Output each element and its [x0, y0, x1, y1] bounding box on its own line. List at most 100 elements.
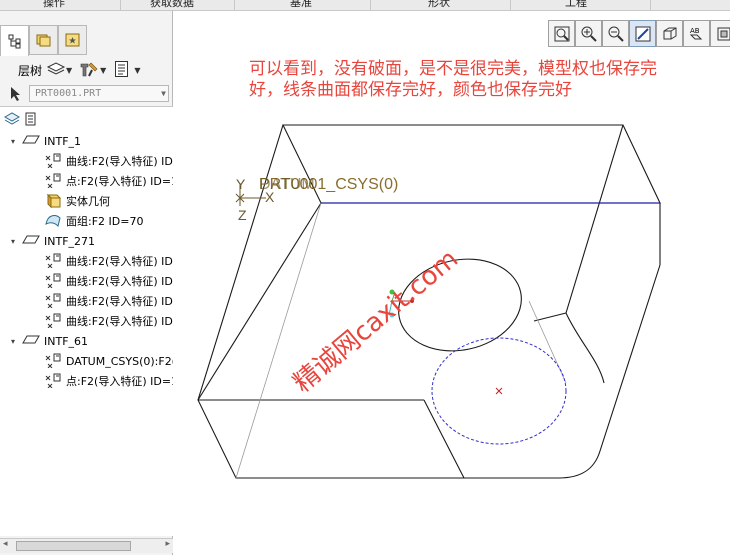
zoom-in-button[interactable] [575, 20, 602, 47]
menu-item-engineering[interactable]: 工程 [565, 0, 587, 10]
tree-group-label: INTF_61 [44, 334, 89, 348]
model-edge [533, 312, 567, 322]
model-edge [565, 124, 624, 314]
tree-toolbar: 层树 ▼ ▼ ▼ [0, 57, 173, 83]
settings-list-icon[interactable] [114, 60, 130, 81]
curve-icon [44, 252, 62, 271]
menu-separator [510, 0, 511, 10]
scroll-right-icon[interactable]: ▸ [165, 539, 170, 549]
tree-horizontal-scrollbar[interactable]: ◂ ▸ [0, 538, 173, 553]
model-edge [423, 399, 465, 479]
curve-icon [44, 272, 62, 291]
tab-folder-browser[interactable] [29, 25, 58, 55]
tree-item[interactable]: 曲线:F2(导入特征) ID= [44, 251, 173, 271]
view-toolbar: AB [548, 20, 730, 48]
tree-icon [8, 34, 20, 49]
tree-item-label: DATUM_CSYS(0):F2( [66, 354, 173, 368]
chevron-down-icon: ▼ [161, 89, 166, 98]
model-tree-panel: 层树 ▼ ▼ ▼ PRT0001.PRT ▼ ▾ INTF_1 曲线:F2(导入… [0, 11, 173, 555]
collapse-icon[interactable]: ▾ [8, 337, 18, 346]
document-icon [25, 112, 36, 126]
tree-item-label: 曲线:F2(导入特征) ID= [66, 295, 173, 308]
display-style-icon [663, 27, 676, 39]
tree-item-label: 曲线:F2(导入特征) ID= [66, 155, 173, 168]
layers-icon[interactable] [46, 61, 66, 80]
tree-item[interactable]: 曲线:F2(导入特征) ID= [44, 291, 173, 311]
tree-group-label: INTF_1 [44, 134, 82, 148]
tab-model-tree[interactable] [0, 25, 29, 56]
curve-icon [44, 152, 62, 171]
tree-group[interactable]: ▾ INTF_271 [8, 231, 95, 251]
folder-icon [36, 34, 50, 47]
tree-item[interactable]: DATUM_CSYS(0):F2( [44, 351, 173, 371]
select-arrow-icon[interactable] [9, 86, 21, 105]
zoom-out-icon [608, 26, 624, 42]
zoom-fit-button[interactable] [548, 20, 575, 47]
model-edge [565, 312, 605, 384]
menu-separator [370, 0, 371, 10]
tree-item[interactable]: 点:F2(导入特征) ID=1 [44, 171, 173, 191]
center-mark [495, 387, 503, 395]
tree-item[interactable]: 实体几何 [44, 191, 110, 211]
chevron-down-icon[interactable]: ▼ [100, 66, 106, 75]
tools-icon[interactable] [78, 60, 100, 81]
menu-separator [650, 0, 651, 10]
annotation-line-1: 可以看到，没有破面，是不是很完美，模型权也保存完 [249, 59, 657, 79]
repaint-button[interactable] [629, 20, 656, 47]
solid-icon [44, 192, 62, 211]
menu-bar: 操作 获取数据 基准 形状 工程 [0, 0, 730, 11]
svg-text:AB: AB [690, 27, 700, 35]
plane-icon [22, 235, 40, 248]
zoom-in-icon [581, 26, 597, 42]
tree-group[interactable]: ▾ INTF_1 [8, 131, 81, 151]
tree-group[interactable]: ▾ INTF_61 [8, 331, 88, 351]
chevron-down-icon[interactable]: ▼ [134, 66, 140, 75]
curve-icon [44, 292, 62, 311]
menu-item-get-data[interactable]: 获取数据 [150, 0, 194, 10]
tree-item[interactable]: 曲线:F2(导入特征) ID= [44, 311, 173, 331]
collapse-icon[interactable]: ▾ [8, 237, 18, 246]
menu-separator [120, 0, 121, 10]
datum-display-button[interactable] [710, 20, 730, 47]
point-icon [44, 372, 62, 391]
collapse-icon[interactable]: ▾ [8, 137, 18, 146]
annotation-text: 可以看到，没有破面，是不是很完美，模型权也保存完 好，线条曲面都保存完好，颜色也… [249, 59, 730, 101]
annotation-line-2: 好，线条曲面都保存完好，颜色也保存完好 [249, 80, 572, 100]
model-edge [464, 264, 661, 479]
tree-item-label: 实体几何 [66, 195, 110, 208]
menu-item-operations[interactable]: 操作 [43, 0, 65, 10]
hidden-edge [235, 202, 322, 479]
saved-views-button[interactable]: AB [683, 20, 710, 47]
tree-item[interactable]: 点:F2(导入特征) ID=1 [44, 371, 173, 391]
csys-icon [44, 352, 62, 371]
graphics-window[interactable]: AB 可以看到，没有破面，是不是很完美，模型权也保存完 好，线条曲面都保存完好，… [174, 11, 730, 555]
repaint-icon [635, 26, 650, 41]
tree-item-label: 点:F2(导入特征) ID=1 [66, 375, 173, 388]
plane-icon [22, 335, 40, 348]
zoom-fit-icon [554, 26, 569, 41]
tree-item[interactable]: 面组:F2 ID=70 [44, 211, 143, 231]
chevron-down-icon[interactable]: ▼ [66, 66, 72, 75]
scroll-left-icon[interactable]: ◂ [3, 539, 8, 549]
layer-tree: ▾ INTF_1 曲线:F2(导入特征) ID= 点:F2(导入特征) ID=1 实体几… [0, 106, 173, 536]
model-selector-value: PRT0001.PRT [35, 88, 102, 99]
datum-display-icon [717, 27, 730, 40]
curve-icon [44, 312, 62, 331]
menu-item-datum[interactable]: 基准 [290, 0, 312, 10]
tree-item-label: 面组:F2 ID=70 [66, 215, 144, 228]
zoom-out-button[interactable] [602, 20, 629, 47]
tree-item[interactable]: 曲线:F2(导入特征) ID= [44, 151, 173, 171]
favorites-icon [65, 33, 79, 47]
tree-item-label: 点:F2(导入特征) ID=1 [66, 175, 173, 188]
quilt-icon [44, 212, 62, 231]
scrollbar-thumb[interactable] [16, 541, 131, 551]
datum-overlap-label: DATUM [259, 176, 315, 193]
tree-item[interactable]: 曲线:F2(导入特征) ID= [44, 271, 173, 291]
menu-item-shapes[interactable]: 形状 [428, 0, 450, 10]
tab-favorites[interactable] [58, 25, 87, 55]
tree-item-label: 曲线:F2(导入特征) ID= [66, 275, 173, 288]
display-style-button[interactable] [656, 20, 683, 47]
tree-item-label: 曲线:F2(导入特征) ID= [66, 255, 173, 268]
point-icon [44, 172, 62, 191]
model-selector[interactable]: PRT0001.PRT ▼ [29, 85, 169, 102]
